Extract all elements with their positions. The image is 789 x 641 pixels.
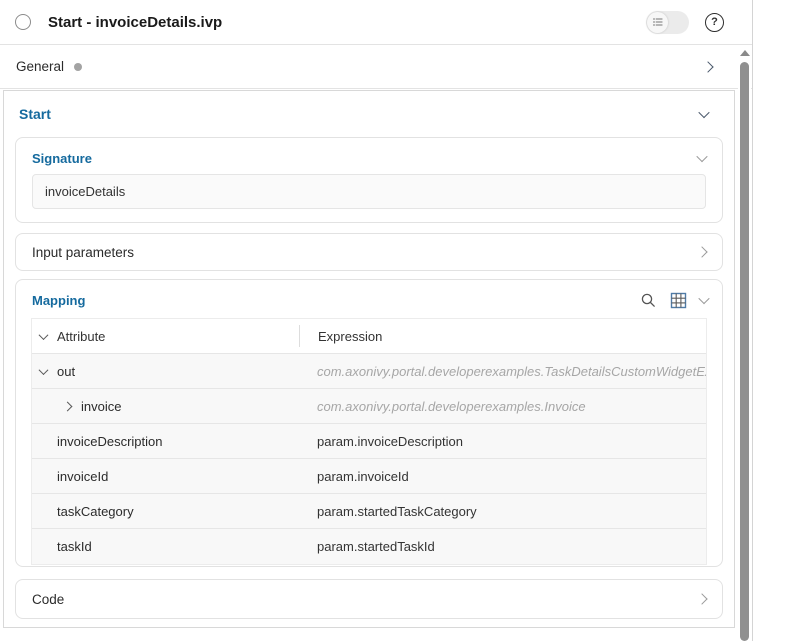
input-parameters-card: Input parameters [15,233,723,271]
input-parameters-header[interactable]: Input parameters [16,234,722,270]
attribute-name: invoiceId [57,469,108,484]
mapping-label: Mapping [32,293,85,308]
editor-header: Start - invoiceDetails.ivp ? [0,0,752,45]
header-actions: ? [646,11,724,34]
section-start[interactable]: Start [4,91,734,137]
input-parameters-label: Input parameters [32,245,134,260]
help-icon[interactable]: ? [705,13,724,32]
mapping-table-header-row: Attribute Expression [32,319,706,354]
section-general-label: General [16,59,64,74]
expression-value[interactable]: param.invoiceId [299,469,706,484]
general-status-dot [74,63,82,71]
row-expand-icon[interactable] [63,401,73,411]
attribute-name: taskCategory [57,504,134,519]
expression-value[interactable]: com.axonivy.portal.developerexamples.Tas… [299,364,706,379]
expression-value[interactable]: param.invoiceDescription [299,434,706,449]
row-expand-icon[interactable] [39,365,49,375]
attribute-name: taskId [57,539,92,554]
signature-label: Signature [32,151,92,166]
column-expression: Expression [318,329,382,344]
code-header[interactable]: Code [16,580,722,618]
page-title: Start - invoiceDetails.ivp [48,14,222,31]
mapping-table-row[interactable]: taskId param.startedTaskId [32,529,706,564]
signature-card: Signature [15,137,723,223]
attribute-name: invoice [81,399,121,414]
mapping-card: Mapping [15,279,723,567]
chevron-down-icon[interactable] [698,293,709,304]
section-start-label: Start [19,106,51,122]
process-element-editor: Start - invoiceDetails.ivp ? Gener [0,0,789,641]
mapping-table-row[interactable]: invoiceId param.invoiceId [32,459,706,494]
mapping-table-body: out com.axonivy.portal.developerexamples… [32,354,706,564]
chevron-right-icon [696,593,707,604]
mapping-table-row[interactable]: invoice com.axonivy.portal.developerexam… [32,389,706,424]
details-toggle[interactable] [646,11,689,34]
expression-value[interactable]: com.axonivy.portal.developerexamples.Inv… [299,399,706,414]
scrollbar-thumb[interactable] [740,62,749,641]
attribute-name: out [57,364,75,379]
mapping-table-row[interactable]: invoiceDescription param.invoiceDescript… [32,424,706,459]
column-attribute: Attribute [57,329,105,344]
mapping-table-row[interactable]: out com.axonivy.portal.developerexamples… [32,354,706,389]
expression-value[interactable]: param.startedTaskId [299,539,706,554]
mapping-toolbar [640,292,708,309]
collapse-all-icon[interactable] [39,330,49,340]
section-general[interactable]: General [0,45,752,89]
signature-header[interactable]: Signature [16,138,722,172]
chevron-down-icon [696,151,707,162]
table-grid-icon[interactable] [670,292,687,309]
toggle-knob [647,12,668,33]
attribute-name: invoiceDescription [57,434,163,449]
start-panel: Start Signature Input parameters Mapping [3,90,735,628]
search-icon[interactable] [640,292,657,309]
vertical-scrollbar[interactable] [738,45,751,641]
chevron-right-icon [696,246,707,257]
start-event-icon [15,14,31,30]
scroll-up-icon[interactable] [740,50,750,56]
list-icon [651,15,665,29]
code-label: Code [32,592,64,607]
code-card: Code [15,579,723,619]
signature-input[interactable] [32,174,706,209]
mapping-table-row[interactable]: taskCategory param.startedTaskCategory [32,494,706,529]
expression-value[interactable]: param.startedTaskCategory [299,504,706,519]
mapping-table: Attribute Expression out com.axonivy.por… [31,318,707,565]
chevron-down-icon [698,107,709,118]
panel-right-border [752,0,753,641]
chevron-right-icon [702,61,713,72]
mapping-header[interactable]: Mapping [16,280,722,316]
